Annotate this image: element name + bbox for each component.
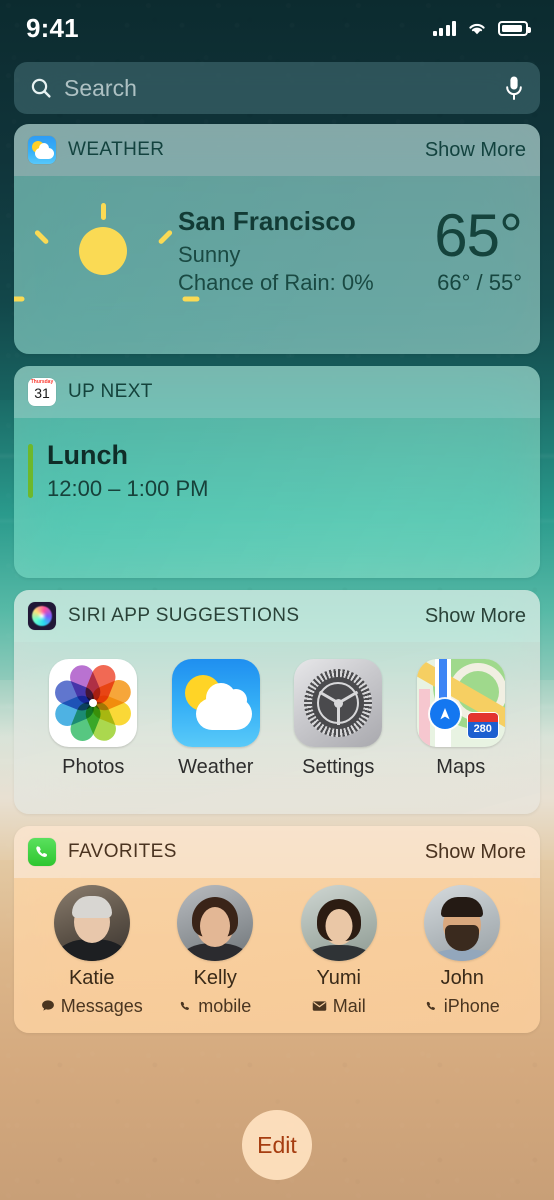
up-next-widget-header: Thursday 31 UP NEXT xyxy=(14,366,540,418)
weather-high-low: 66° / 55° xyxy=(437,269,522,295)
app-shortcut-weather[interactable]: Weather xyxy=(161,659,271,779)
favorite-contact[interactable]: John iPhone xyxy=(402,884,522,1017)
contact-action-label: Mail xyxy=(332,995,366,1016)
sun-icon xyxy=(14,203,199,354)
favorite-contact[interactable]: Yumi Mail xyxy=(279,884,399,1017)
app-shortcut-settings[interactable]: Settings xyxy=(283,659,393,779)
weather-condition: Sunny xyxy=(178,242,241,267)
favorites-title: FAVORITES xyxy=(68,841,177,862)
contact-name: Kelly xyxy=(193,966,237,989)
phone-handset-icon xyxy=(426,1001,435,1010)
siri-app-suggestions-widget[interactable]: SIRI APP SUGGESTIONS Show More Photos We… xyxy=(14,590,540,814)
contact-action[interactable]: Mail xyxy=(312,996,366,1017)
avatar xyxy=(424,884,501,961)
settings-app-icon xyxy=(294,659,383,747)
phone-handset-icon xyxy=(180,1001,190,1010)
app-label-photos: Photos xyxy=(62,756,125,778)
contact-action-label: iPhone xyxy=(443,995,500,1016)
contact-action-label: Messages xyxy=(60,995,143,1016)
cellular-bars-icon xyxy=(432,20,456,36)
contact-action[interactable]: mobile xyxy=(179,996,251,1017)
event-title: Lunch xyxy=(47,440,128,470)
weather-show-more-button[interactable]: Show More xyxy=(425,139,526,162)
weather-city: San Francisco xyxy=(178,206,356,236)
contact-name: John xyxy=(440,966,484,989)
avatar xyxy=(177,884,254,961)
edit-button[interactable]: Edit xyxy=(242,1110,312,1180)
app-label-weather: Weather xyxy=(178,756,254,778)
contact-action[interactable]: Messages xyxy=(41,996,143,1017)
up-next-widget-title: UP NEXT xyxy=(68,381,153,402)
calendar-date: 31 xyxy=(34,385,50,401)
favorites-header: FAVORITES Show More xyxy=(14,826,540,878)
phone-app-icon xyxy=(28,838,56,866)
highway-shield-icon: 280 xyxy=(466,712,499,739)
battery-icon xyxy=(498,20,531,36)
avatar xyxy=(300,884,377,961)
contact-name: Yumi xyxy=(316,966,361,989)
calendar-app-icon: Thursday 31 xyxy=(28,378,56,406)
search-input[interactable]: Search xyxy=(14,62,540,114)
app-label-maps: Maps xyxy=(436,756,486,778)
microphone-icon[interactable] xyxy=(504,75,524,101)
event-color-bar xyxy=(28,444,33,498)
status-bar-time: 9:41 xyxy=(26,12,79,43)
event-time: 12:00 – 1:00 PM xyxy=(47,476,209,501)
app-shortcut-maps[interactable]: 280 Maps xyxy=(406,659,516,779)
siri-show-more-button[interactable]: Show More xyxy=(425,605,526,628)
status-bar: 9:41 xyxy=(0,0,554,56)
search-icon xyxy=(31,78,51,98)
message-bubble-icon xyxy=(41,1000,54,1011)
envelope-icon xyxy=(312,1001,326,1011)
favorites-show-more-button[interactable]: Show More xyxy=(425,841,526,864)
contact-action-label: mobile xyxy=(198,995,252,1016)
favorite-contact[interactable]: Katie Messages xyxy=(32,884,152,1017)
app-shortcut-photos[interactable]: Photos xyxy=(38,659,148,779)
weather-widget[interactable]: WEATHER Show More San Francisco Sunny Ch… xyxy=(14,124,540,354)
photos-app-icon xyxy=(49,659,138,747)
contact-action[interactable]: iPhone xyxy=(425,996,500,1017)
contact-name: Katie xyxy=(68,966,115,989)
weather-app-icon xyxy=(28,136,56,164)
siri-suggestions-header: SIRI APP SUGGESTIONS Show More xyxy=(14,590,540,642)
highway-number: 280 xyxy=(473,723,492,735)
siri-suggestions-title: SIRI APP SUGGESTIONS xyxy=(68,605,300,626)
avatar xyxy=(53,884,130,961)
weather-temperature: 65° xyxy=(434,201,523,269)
search-placeholder: Search xyxy=(64,74,137,101)
favorites-widget[interactable]: FAVORITES Show More Katie Messages Kelly… xyxy=(14,826,540,1033)
up-next-widget[interactable]: Thursday 31 UP NEXT Lunch 12:00 – 1:00 P… xyxy=(14,366,540,578)
app-label-settings: Settings xyxy=(302,756,375,778)
weather-widget-title: WEATHER xyxy=(68,139,165,160)
weather-chance-of-rain: Chance of Rain: 0% xyxy=(178,269,374,295)
weather-app-icon xyxy=(171,659,260,747)
calendar-event[interactable]: Lunch 12:00 – 1:00 PM xyxy=(28,418,526,502)
favorite-contact[interactable]: Kelly mobile xyxy=(155,884,275,1017)
weather-widget-header: WEATHER Show More xyxy=(14,124,540,176)
maps-app-icon: 280 xyxy=(416,659,505,747)
siri-app-icon xyxy=(28,602,56,630)
wifi-icon xyxy=(469,23,485,34)
navigation-arrow-icon xyxy=(429,699,460,729)
